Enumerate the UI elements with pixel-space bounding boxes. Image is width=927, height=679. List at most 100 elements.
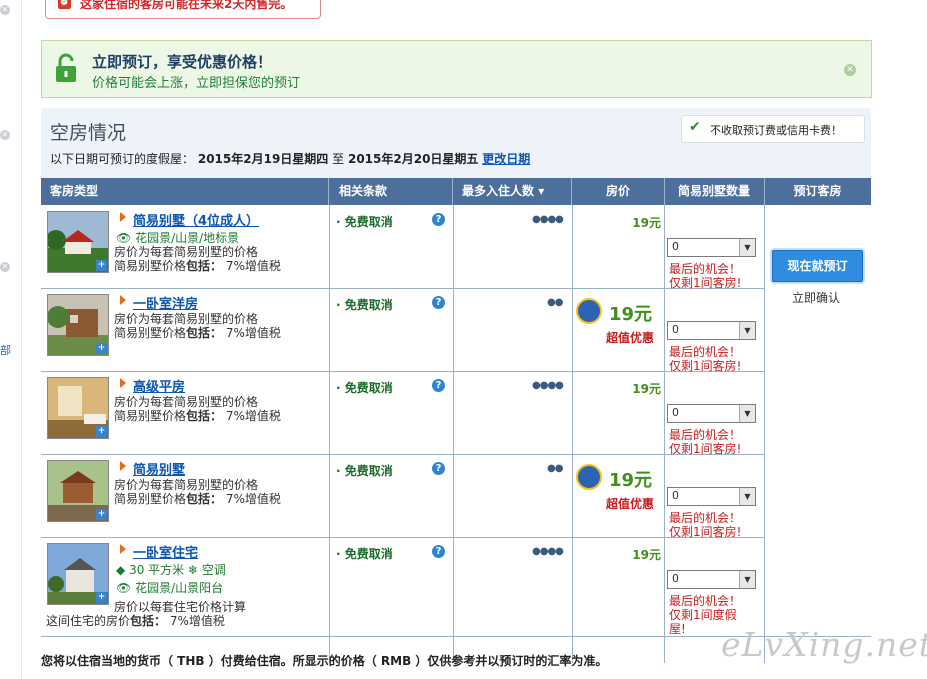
sort-down-icon: ▾ <box>538 184 545 198</box>
occupancy-icons: ●●●● <box>532 546 564 557</box>
price-includes: 简易别墅价格包括： 7%增值税 <box>114 259 281 273</box>
view-feature: 👁 花园景/山景阳台 <box>116 579 223 596</box>
price-basis: 房价为每套简易别墅的价格 <box>114 312 259 326</box>
quantity-select[interactable]: 0 ▼ <box>667 570 756 589</box>
room-name-link[interactable]: 一卧室住宅 <box>133 542 198 561</box>
includes-prefix: 简易别墅价格 <box>114 326 187 340</box>
room-size-icon: ◆ <box>116 563 126 577</box>
quantity-select[interactable]: 0 ▼ <box>667 321 756 340</box>
room-description: 房价为每套简易别墅的价格 简易别墅价格包括： 7%增值税 <box>114 245 281 273</box>
currency-note: 您将以住宿当地的货币（ THB ）付费给住宿。所显示的价格（ RMB ）仅供参考… <box>41 654 608 668</box>
left-gutter: ✕ ✕ ✕ 部 <box>0 0 22 679</box>
rooms-left-text: 仅剩1间度假 <box>669 608 737 622</box>
badge-text: 不收取预订费或信用卡费！ <box>710 124 842 137</box>
chevron-down-icon[interactable]: ▼ <box>739 488 755 505</box>
quantity-value: 0 <box>672 240 679 253</box>
includes-prefix: 简易别墅价格 <box>114 409 187 423</box>
close-icon[interactable]: ✕ <box>0 130 10 140</box>
deal-lightbulb-icon <box>576 298 602 324</box>
table-row: + 一卧室洋房 房价为每套简易别墅的价格 简易别墅价格包括： 7%增值税 · 免… <box>41 288 764 373</box>
expand-photo-icon[interactable]: + <box>96 343 107 354</box>
dates-prefix: 以下日期可预订的度假屋： <box>50 152 195 166</box>
free-cancel: · 免费取消 <box>336 464 393 478</box>
deal-label: 超值优惠 <box>606 497 655 511</box>
includes-label: 包括： <box>130 614 167 628</box>
last-chance-note: 最后的机会！ 仅剩1间客房! <box>669 428 741 456</box>
includes-value: 7%增值税 <box>222 259 281 273</box>
lock-icon <box>56 53 76 82</box>
check-in-date: 2015年2月19日星期四 <box>197 152 329 166</box>
checkmark-icon: ✔ <box>689 119 701 135</box>
dates-separator: 至 <box>332 152 345 166</box>
change-dates-link[interactable]: 更改日期 <box>482 152 530 166</box>
chevron-down-icon[interactable]: ▼ <box>739 239 755 256</box>
room-photo[interactable]: + <box>47 211 109 273</box>
close-icon[interactable]: ✕ <box>0 262 10 272</box>
includes-value: 7%增值税 <box>222 492 281 506</box>
price-includes: 简易别墅价格包括： 7%增值税 <box>114 409 281 423</box>
quantity-value: 0 <box>672 323 679 336</box>
room-name-link[interactable]: 一卧室洋房 <box>133 293 198 312</box>
room-photo[interactable]: + <box>47 377 109 439</box>
occupancy-icons: ●● <box>547 297 563 308</box>
last-chance-note: 最后的机会！ 仅剩1间客房! <box>669 262 741 290</box>
view-text: 花园景/山景/地标景 <box>135 231 240 245</box>
condition-text: 免费取消 <box>344 298 393 312</box>
price-includes: 简易别墅价格包括： 7%增值税 <box>114 492 281 506</box>
expand-photo-icon[interactable]: + <box>96 260 107 271</box>
occupancy-icons: ●●●● <box>532 380 564 391</box>
eye-icon: 👁 <box>116 231 132 245</box>
quantity-select[interactable]: 0 ▼ <box>667 487 756 506</box>
room-photo[interactable]: + <box>47 460 109 522</box>
info-icon[interactable]: ? <box>432 545 445 558</box>
arrow-right-icon <box>120 544 126 554</box>
room-name-link[interactable]: 简易别墅 <box>133 459 185 478</box>
last-chance-note: 最后的机会！ 仅剩1间客房! <box>669 511 741 539</box>
expand-photo-icon[interactable]: + <box>96 509 107 520</box>
condition-text: 免费取消 <box>344 381 393 395</box>
condition-text: 免费取消 <box>344 464 393 478</box>
includes-value: 7%增值税 <box>166 614 225 628</box>
room-price: 19元 <box>632 216 661 230</box>
room-photo[interactable]: + <box>47 543 109 605</box>
chevron-down-icon[interactable]: ▼ <box>739 405 755 422</box>
price-basis: 房价为每套简易别墅的价格 <box>114 395 259 409</box>
room-price: 19元 <box>609 470 653 491</box>
condition-text: 免费取消 <box>344 215 393 229</box>
book-now-button[interactable]: 现在就预订 <box>772 250 863 282</box>
instant-confirm: 立即确认 <box>792 291 841 305</box>
room-description: 房价以每套住宅价格计算 <box>114 600 246 614</box>
room-photo[interactable]: + <box>47 294 109 356</box>
header-max-guests[interactable]: 最多入住人数 ▾ <box>453 178 572 205</box>
quantity-value: 0 <box>672 489 679 502</box>
view-text: 花园景/山景阳台 <box>135 581 224 595</box>
column-divider <box>764 205 765 663</box>
info-icon[interactable]: ? <box>432 296 445 309</box>
quantity-select[interactable]: 0 ▼ <box>667 238 756 257</box>
info-icon[interactable]: ? <box>432 379 445 392</box>
table-row: + 一卧室住宅 ◆ 30 平方米 ❄ 空调 👁 花园景/山景阳台 房价以每套住宅… <box>41 537 764 663</box>
chevron-down-icon[interactable]: ▼ <box>739 322 755 339</box>
room-description: 房价为每套简易别墅的价格 简易别墅价格包括： 7%增值税 <box>114 478 281 506</box>
includes-prefix: 简易别墅价格 <box>114 259 187 273</box>
info-icon[interactable]: ? <box>432 213 445 226</box>
check-out-date: 2015年2月20日星期五 <box>347 152 479 166</box>
free-cancel: · 免费取消 <box>336 381 393 395</box>
expand-photo-icon[interactable]: + <box>96 592 107 603</box>
free-cancel: · 免费取消 <box>336 547 393 561</box>
expand-photo-icon[interactable]: + <box>96 426 107 437</box>
close-icon[interactable]: ✕ <box>844 64 856 76</box>
close-icon[interactable]: ✕ <box>0 5 10 15</box>
truncated-link[interactable]: 部 <box>0 342 11 358</box>
info-icon[interactable]: ? <box>432 462 445 475</box>
chevron-down-icon[interactable]: ▼ <box>739 571 755 588</box>
price-basis: 房价为每套简易别墅的价格 <box>114 478 259 492</box>
promo-subtitle: 价格可能会上涨，立即担保您的预订 <box>92 76 301 91</box>
quantity-select[interactable]: 0 ▼ <box>667 404 756 423</box>
sellout-warning: ⏰ 这家住宿的客房可能在未来2天内售完。 <box>45 0 321 19</box>
room-name-link[interactable]: 高级平房 <box>133 376 185 395</box>
includes-value: 7%增值税 <box>222 409 281 423</box>
room-name-link[interactable]: 简易别墅（4位成人） <box>133 210 259 229</box>
room-price: 19元 <box>632 548 661 562</box>
includes-value: 7%增值税 <box>222 326 281 340</box>
